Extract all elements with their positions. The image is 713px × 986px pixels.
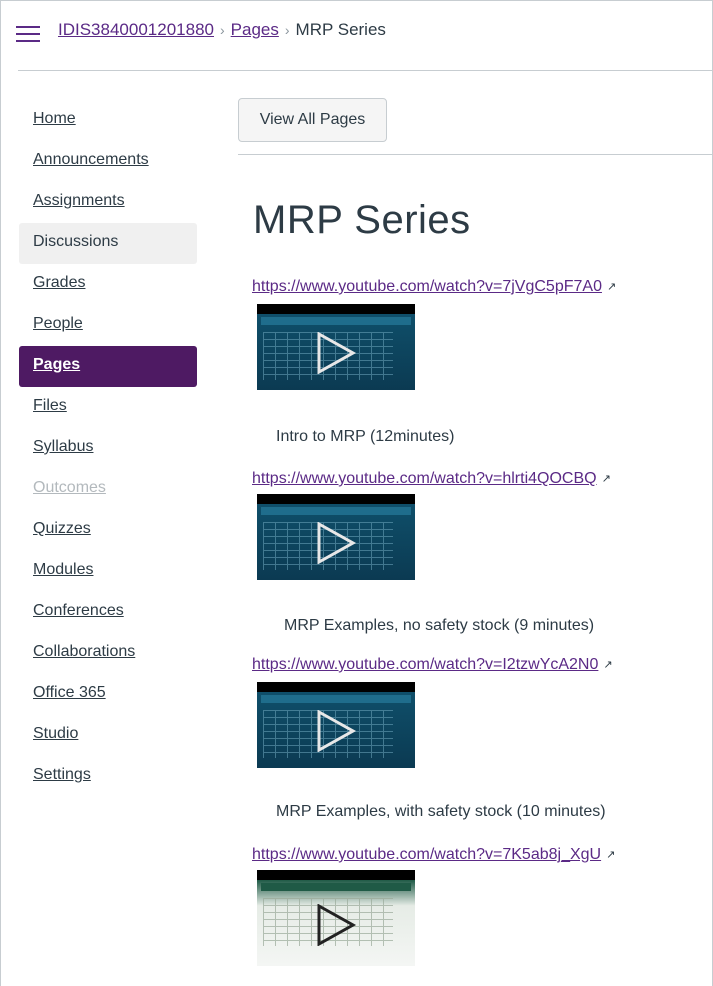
sidebar-item-office-365[interactable]: Office 365 [19,674,197,715]
play-icon [317,710,357,752]
play-icon [317,522,357,564]
video-caption-3: MRP Examples, with safety stock (10 minu… [276,803,606,820]
play-icon [317,904,357,946]
sidebar-item-announcements[interactable]: Announcements [19,141,197,182]
external-link-icon: ↗ [601,473,611,485]
sidebar-item-home[interactable]: Home [19,100,197,141]
sidebar-item-settings[interactable]: Settings [19,756,197,797]
breadcrumb-separator-icon: › [284,22,290,38]
breadcrumb: IDIS3840001201880 › Pages › MRP Series [58,20,386,40]
sidebar-item-assignments[interactable]: Assignments [19,182,197,223]
sidebar-item-grades[interactable]: Grades [19,264,197,305]
header-divider [18,70,713,71]
video-thumbnail-3[interactable] [257,682,415,768]
content-divider [238,154,713,155]
video-caption-2: MRP Examples, no safety stock (9 minutes… [284,617,595,634]
video-link-text: https://www.youtube.com/watch?v=7K5ab8j_… [252,846,602,863]
video-caption-1: Intro to MRP (12minutes) [276,428,455,445]
video-link-text: https://www.youtube.com/watch?v=7jVgC5pF… [252,278,602,295]
sidebar-item-modules[interactable]: Modules [19,551,197,592]
video-thumbnail-1[interactable] [257,304,415,390]
video-link-3[interactable]: https://www.youtube.com/watch?v=I2tzwYcA… [252,656,613,674]
external-link-icon: ↗ [603,659,613,671]
video-link-text: https://www.youtube.com/watch?v=I2tzwYcA… [252,656,599,673]
breadcrumb-course-link[interactable]: IDIS3840001201880 [58,20,214,39]
sidebar-item-syllabus[interactable]: Syllabus [19,428,197,469]
external-link-icon: ↗ [606,281,617,293]
hamburger-menu-icon[interactable] [16,24,40,44]
video-link-text: https://www.youtube.com/watch?v=hlrti4QO… [252,470,597,487]
video-thumbnail-4[interactable] [257,870,415,966]
video-link-4[interactable]: https://www.youtube.com/watch?v=7K5ab8j_… [252,846,615,864]
breadcrumb-separator-icon: › [219,22,225,38]
sidebar-item-quizzes[interactable]: Quizzes [19,510,197,551]
page-title: MRP Series [253,198,471,242]
sidebar-item-discussions[interactable]: Discussions [19,223,197,264]
breadcrumb-pages-link[interactable]: Pages [231,20,279,39]
external-link-icon: ↗ [606,849,616,861]
sidebar-item-pages[interactable]: Pages [19,346,197,387]
sidebar-item-outcomes[interactable]: Outcomes [19,469,197,510]
sidebar-item-conferences[interactable]: Conferences [19,592,197,633]
video-link-2[interactable]: https://www.youtube.com/watch?v=hlrti4QO… [252,470,611,488]
play-icon [317,332,357,374]
breadcrumb-current: MRP Series [295,20,386,39]
video-link-1[interactable]: https://www.youtube.com/watch?v=7jVgC5pF… [252,278,616,296]
view-all-pages-button[interactable]: View All Pages [238,98,387,142]
header: IDIS3840001201880 › Pages › MRP Series [0,0,713,70]
sidebar-item-people[interactable]: People [19,305,197,346]
sidebar-item-collaborations[interactable]: Collaborations [19,633,197,674]
sidebar-item-studio[interactable]: Studio [19,715,197,756]
course-navigation: Home Announcements Assignments Discussio… [19,100,197,797]
sidebar-item-files[interactable]: Files [19,387,197,428]
video-thumbnail-2[interactable] [257,494,415,580]
